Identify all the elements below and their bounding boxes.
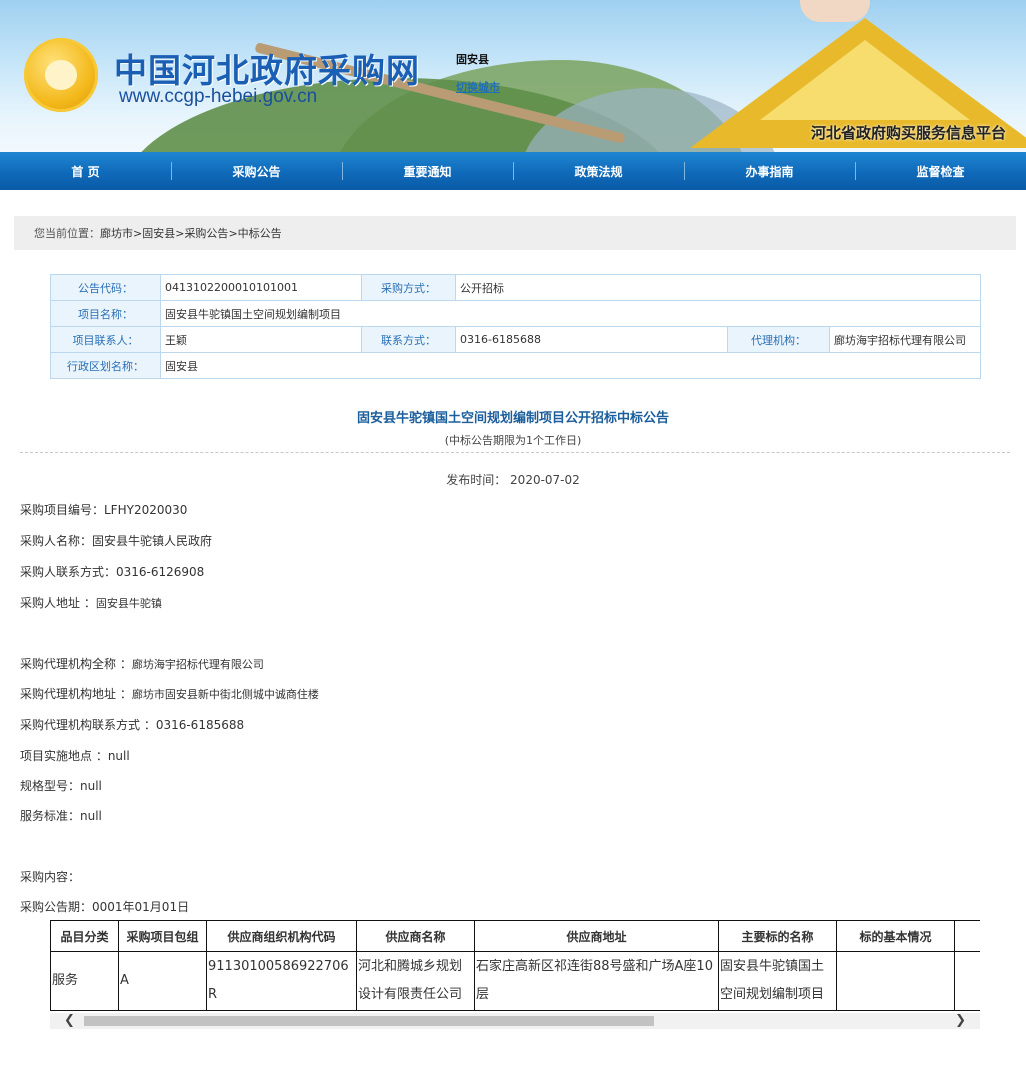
breadcrumb-separator: > xyxy=(228,226,238,240)
cell-overflow xyxy=(954,951,980,1011)
breadcrumb-separator: > xyxy=(133,226,143,240)
emblem-center xyxy=(45,60,77,90)
publish-time-value: 2020-07-02 xyxy=(510,473,580,487)
col-header-overflow xyxy=(954,920,980,952)
cell-main-subject: 固安县牛驼镇国土空间规划编制项目 xyxy=(718,951,837,1011)
col-header-category: 品目分类 xyxy=(50,920,119,952)
project-number: 采购项目编号：LFHY2020030 xyxy=(20,503,188,517)
procurement-content: 采购内容： xyxy=(20,870,81,884)
breadcrumb: 您当前位置： 廊坊市 > 固安县 > 采购公告 > 中标公告 xyxy=(14,216,1016,250)
breadcrumb-label: 您当前位置： xyxy=(34,227,100,240)
site-url: www.ccgp-hebei.gov.cn xyxy=(119,86,318,107)
nav-procurement-notices[interactable]: 采购公告 xyxy=(171,152,342,190)
header-banner: 中国河北政府采购网 www.ccgp-hebei.gov.cn 固安县 切换城市… xyxy=(0,0,1026,152)
project-contact-label: 项目联系人： xyxy=(50,326,161,353)
agency-full-name: 采购代理机构全称 ：廊坊海宇招标代理有限公司 xyxy=(20,655,264,672)
buyer-phone: 采购人联系方式：0316-6126908 xyxy=(20,565,205,579)
result-table-scroll-area[interactable]: 品目分类 采购项目包组 供应商组织机构代码 供应商名称 供应商地址 主要标的名称… xyxy=(50,920,980,1028)
hand-decoration xyxy=(800,0,870,22)
notice-info-table: 公告代码： 0413102200010101001 采购方式： 公开招标 项目名… xyxy=(50,274,982,379)
col-header-main-subject: 主要标的名称 xyxy=(718,920,837,952)
contact-phone-label: 联系方式： xyxy=(361,326,456,353)
buyer-name: 采购人名称：固安县牛驼镇人民政府 xyxy=(20,534,213,548)
agency-label: 代理机构： xyxy=(727,326,830,353)
main-nav: 首 页 采购公告 重要通知 政策法规 办事指南 监督检查 xyxy=(0,152,1026,190)
project-contact-value: 王颖 xyxy=(160,326,362,353)
procurement-method-label: 采购方式： xyxy=(361,274,456,301)
agency-value: 廊坊海宇招标代理有限公司 xyxy=(828,326,982,353)
project-name-value: 固安县牛驼镇国土空间规划编制项目 xyxy=(159,300,982,327)
announcement-period: 采购公告期：0001年01月01日 xyxy=(20,900,190,914)
cell-supplier-name: 河北和腾城乡规划设计有限责任公司 xyxy=(356,951,475,1011)
publish-time: 发布时间： 2020-07-02 xyxy=(0,471,1026,488)
horizontal-scrollbar[interactable]: ❮ ❯ xyxy=(50,1013,980,1029)
chevron-right-icon[interactable]: ❯ xyxy=(955,1013,966,1029)
buyer-address-value: 固安县牛驼镇 xyxy=(95,597,162,610)
notice-subtitle: (中标公告期限为1个工作日) xyxy=(444,434,582,447)
col-header-supplier-address: 供应商地址 xyxy=(474,920,719,952)
notice-title: 固安县牛驼镇国土空间规划编制项目公开招标中标公告 xyxy=(356,411,669,426)
breadcrumb-item-guan[interactable]: 固安县 xyxy=(142,225,175,241)
contact-phone-value: 0316-6185688 xyxy=(455,326,728,353)
cell-supplier-code: 91130100586922706R xyxy=(206,951,357,1011)
cell-package: A xyxy=(118,951,207,1011)
agency-address-label: 采购代理机构地址 ： xyxy=(20,687,132,701)
switch-city-link[interactable]: 切换城市 xyxy=(456,79,500,95)
nav-supervision[interactable]: 监督检查 xyxy=(855,152,1026,190)
breadcrumb-item-langfang[interactable]: 廊坊市 xyxy=(100,225,133,241)
col-header-subject-details: 标的基本情况 xyxy=(836,920,955,952)
agency-address: 采购代理机构地址 ：廊坊市固安县新中街北侧城中诚商住楼 xyxy=(20,685,319,702)
col-header-supplier-code: 供应商组织机构代码 xyxy=(206,920,357,952)
breadcrumb-item-award[interactable]: 中标公告 xyxy=(238,225,282,241)
cell-category: 服务 xyxy=(50,951,119,1011)
buyer-address-label: 采购人地址 ： xyxy=(20,596,96,610)
district-value: 固安县 xyxy=(159,352,982,379)
agency-address-value: 廊坊市固安县新中街北侧城中诚商住楼 xyxy=(131,688,319,701)
award-result-table: 品目分类 采购项目包组 供应商组织机构代码 供应商名称 供应商地址 主要标的名称… xyxy=(50,920,980,1011)
nav-important-notices[interactable]: 重要通知 xyxy=(342,152,513,190)
service-standard: 服务标准：null xyxy=(20,809,102,823)
table-row: 服务 A 91130100586922706R 河北和腾城乡规划设计有限责任公司… xyxy=(50,951,980,1011)
nav-policies[interactable]: 政策法规 xyxy=(513,152,684,190)
notice-code-label: 公告代码： xyxy=(50,274,161,301)
cell-subject-details xyxy=(836,951,955,1011)
procurement-method-value: 公开招标 xyxy=(454,274,982,301)
col-header-package: 采购项目包组 xyxy=(118,920,207,952)
scrollbar-thumb[interactable] xyxy=(84,1016,654,1026)
breadcrumb-separator: > xyxy=(175,226,185,240)
agency-full-name-label: 采购代理机构全称 ： xyxy=(20,657,132,671)
nav-home[interactable]: 首 页 xyxy=(0,152,171,190)
project-name-label: 项目名称： xyxy=(50,300,161,327)
buyer-address: 采购人地址 ：固安县牛驼镇 xyxy=(20,594,162,611)
golden-pyramid-highlight xyxy=(760,40,970,120)
notice-code-value: 0413102200010101001 xyxy=(160,274,362,301)
breadcrumb-item-notices[interactable]: 采购公告 xyxy=(184,225,228,241)
current-region: 固安县 xyxy=(456,53,489,66)
platform-name: 河北省政府购买服务信息平台 xyxy=(810,124,1006,142)
publish-time-label: 发布时间： xyxy=(446,473,507,487)
nav-guide[interactable]: 办事指南 xyxy=(684,152,855,190)
district-label: 行政区划名称： xyxy=(50,352,161,379)
divider xyxy=(20,452,1010,453)
project-location: 项目实施地点 ：null xyxy=(20,749,130,763)
spec-model: 规格型号：null xyxy=(20,779,102,793)
chevron-left-icon[interactable]: ❮ xyxy=(64,1013,75,1029)
cell-supplier-address: 石家庄高新区祁连街88号盛和广场A座10层 xyxy=(474,951,719,1011)
agency-phone: 采购代理机构联系方式 ：0316-6185688 xyxy=(20,718,245,732)
site-title: 中国河北政府采购网 xyxy=(114,51,420,90)
agency-full-name-value: 廊坊海宇招标代理有限公司 xyxy=(131,658,264,671)
col-header-supplier-name: 供应商名称 xyxy=(356,920,475,952)
